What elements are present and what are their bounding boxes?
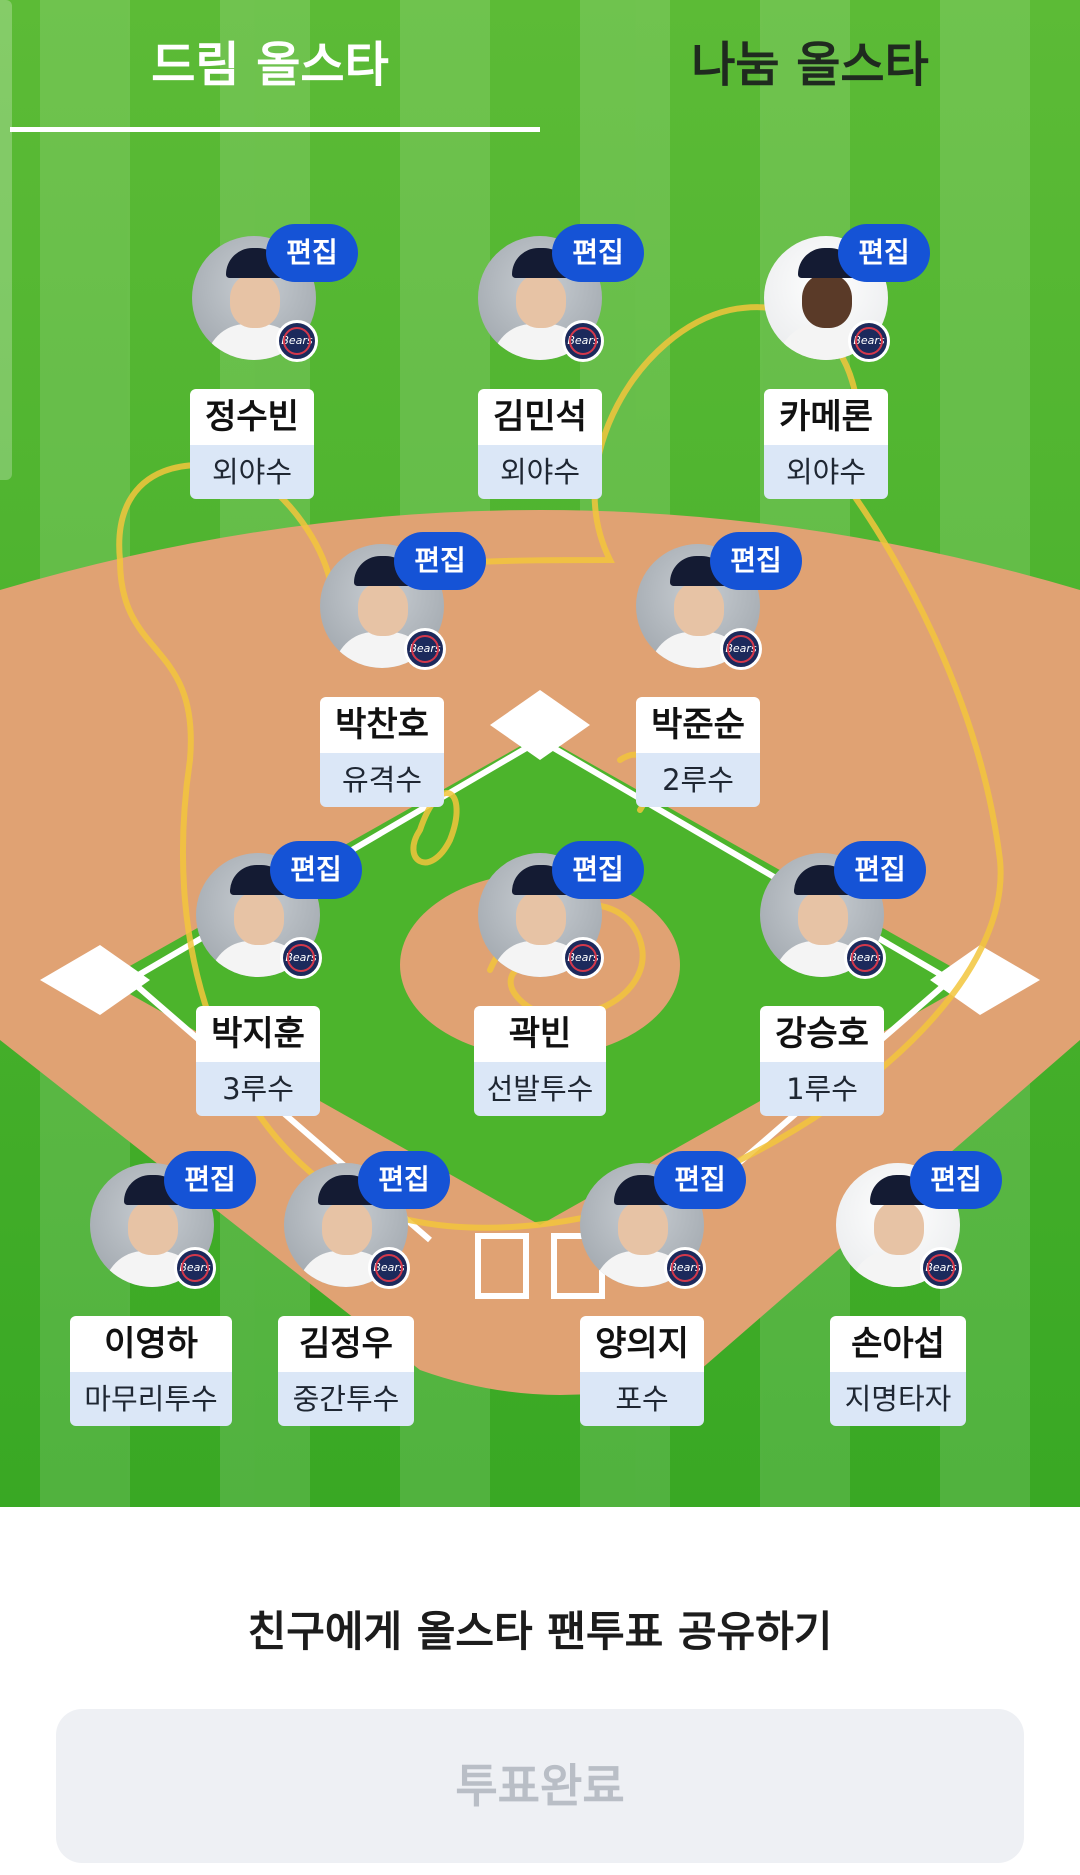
player-name: 곽빈 bbox=[474, 1006, 606, 1062]
player-name: 박준순 bbox=[636, 697, 760, 753]
tab-dream-allstar[interactable]: 드림 올스타 bbox=[0, 30, 540, 100]
team-logo-icon: Bears bbox=[276, 320, 318, 362]
team-logo-icon: Bears bbox=[404, 628, 446, 670]
edit-button[interactable]: 편집 bbox=[394, 532, 486, 590]
team-logo-icon: Bears bbox=[664, 1247, 706, 1289]
edit-button[interactable]: 편집 bbox=[270, 841, 362, 899]
team-logo-icon: Bears bbox=[562, 937, 604, 979]
player-position: 외야수 bbox=[764, 445, 888, 499]
team-logo-icon: Bears bbox=[920, 1247, 962, 1289]
team-logo-icon: Bears bbox=[844, 937, 886, 979]
player-name: 박지훈 bbox=[196, 1006, 320, 1062]
player-name: 김민석 bbox=[478, 389, 602, 445]
player-position: 외야수 bbox=[478, 445, 602, 499]
player-position: 외야수 bbox=[190, 445, 314, 499]
edit-button[interactable]: 편집 bbox=[164, 1151, 256, 1209]
team-logo-icon: Bears bbox=[562, 320, 604, 362]
team-logo-icon: Bears bbox=[174, 1247, 216, 1289]
player-name: 양의지 bbox=[580, 1316, 704, 1372]
player-name: 박찬호 bbox=[320, 697, 444, 753]
player-name: 손아섭 bbox=[830, 1316, 966, 1372]
player-position: 선발투수 bbox=[474, 1062, 606, 1116]
edit-button[interactable]: 편집 bbox=[358, 1151, 450, 1209]
field-view: 드림 올스타 나눔 올스타 Bears 편집 정수빈 외야수 Bears 편집 김… bbox=[0, 0, 1080, 1507]
team-logo-icon: Bears bbox=[848, 320, 890, 362]
player-position: 2루수 bbox=[636, 753, 760, 807]
team-logo-icon: Bears bbox=[368, 1247, 410, 1289]
player-position: 중간투수 bbox=[278, 1372, 414, 1426]
edit-button[interactable]: 편집 bbox=[654, 1151, 746, 1209]
active-tab-indicator bbox=[10, 127, 540, 132]
player-name: 이영하 bbox=[70, 1316, 232, 1372]
player-position: 3루수 bbox=[196, 1062, 320, 1116]
edit-button[interactable]: 편집 bbox=[838, 224, 930, 282]
team-logo-icon: Bears bbox=[280, 937, 322, 979]
player-position: 유격수 bbox=[320, 753, 444, 807]
edit-button[interactable]: 편집 bbox=[910, 1151, 1002, 1209]
player-position: 1루수 bbox=[760, 1062, 884, 1116]
player-name: 강승호 bbox=[760, 1006, 884, 1062]
player-name: 카메론 bbox=[764, 389, 888, 445]
player-position: 포수 bbox=[580, 1372, 704, 1426]
vote-complete-button[interactable]: 투표완료 bbox=[56, 1709, 1024, 1863]
player-name: 정수빈 bbox=[190, 389, 314, 445]
edit-button[interactable]: 편집 bbox=[266, 224, 358, 282]
share-heading: 친구에게 올스타 팬투표 공유하기 bbox=[247, 1607, 833, 1656]
tab-nanum-allstar[interactable]: 나눔 올스타 bbox=[540, 30, 1080, 100]
edit-button[interactable]: 편집 bbox=[834, 841, 926, 899]
player-position: 마무리투수 bbox=[70, 1372, 232, 1426]
edit-button[interactable]: 편집 bbox=[710, 532, 802, 590]
player-name: 김정우 bbox=[278, 1316, 414, 1372]
team-logo-icon: Bears bbox=[720, 628, 762, 670]
edit-button[interactable]: 편집 bbox=[552, 224, 644, 282]
player-position: 지명타자 bbox=[830, 1372, 966, 1426]
edit-button[interactable]: 편집 bbox=[552, 841, 644, 899]
